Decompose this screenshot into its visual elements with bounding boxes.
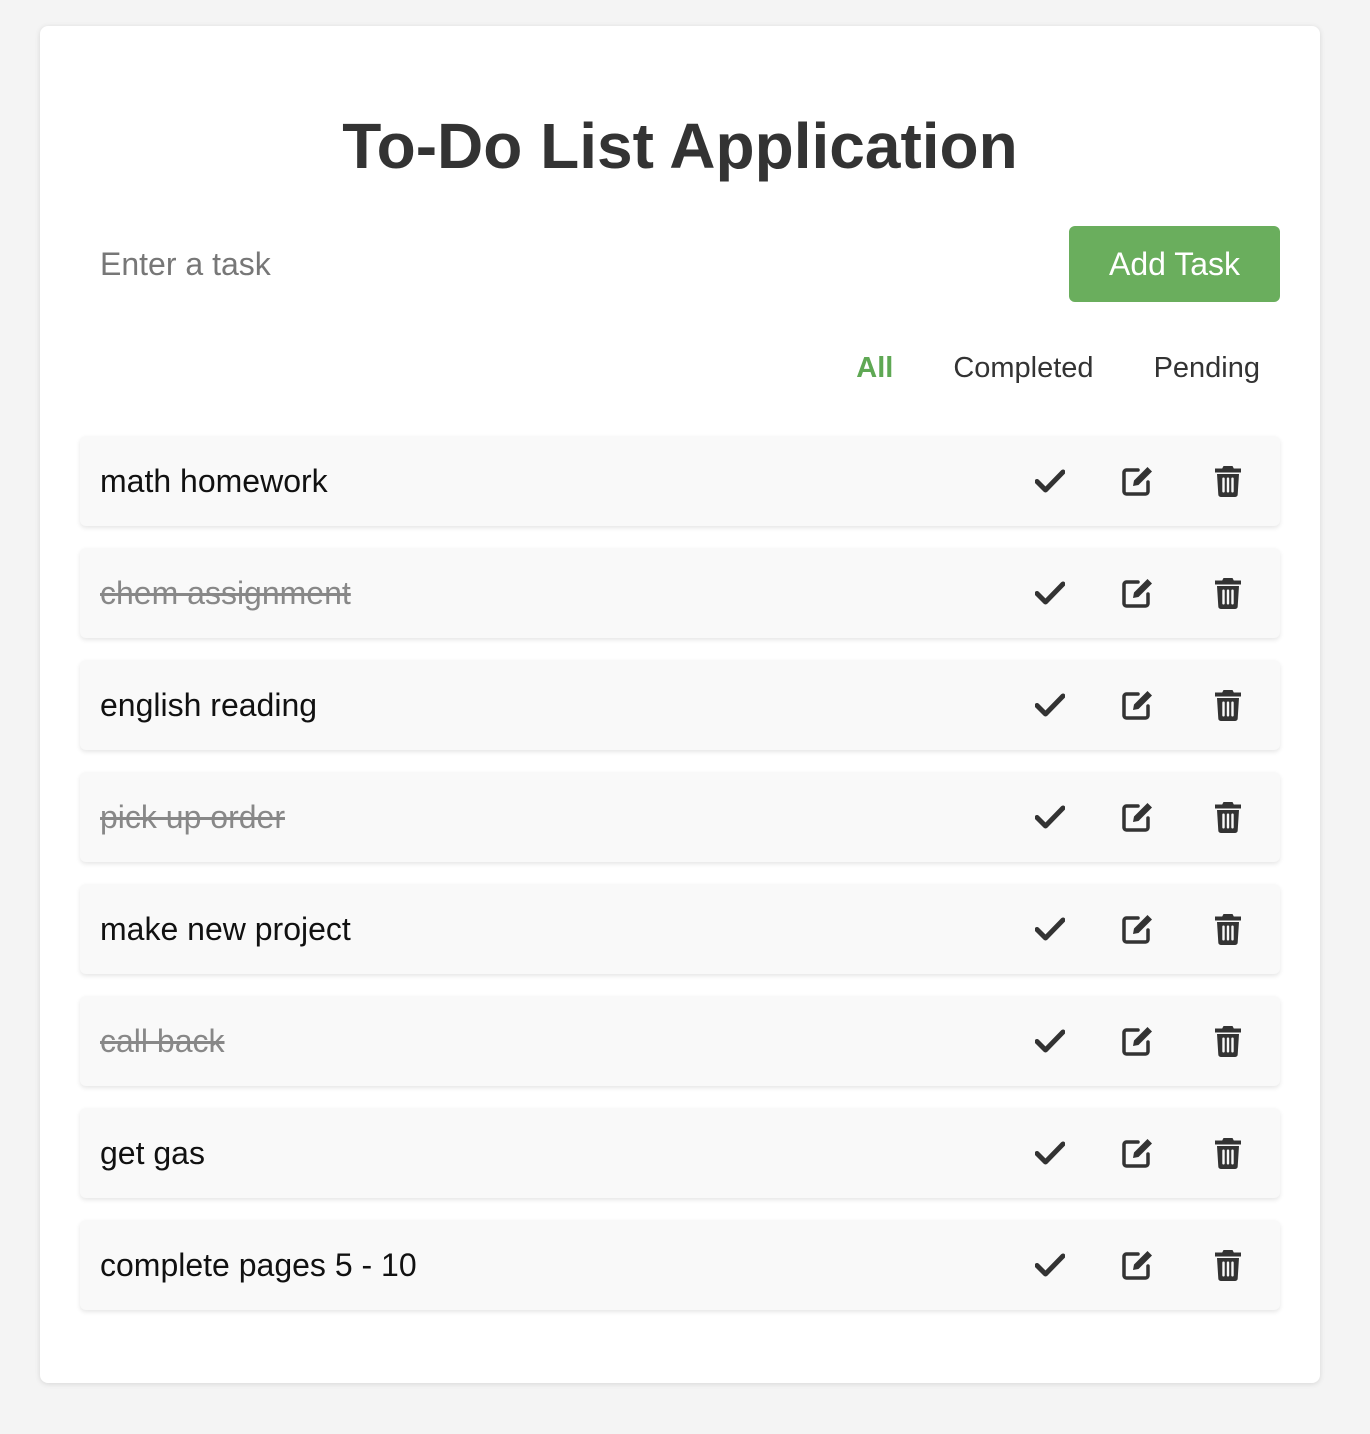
filter-completed[interactable]: Completed: [933, 348, 1113, 388]
trash-icon: [1215, 802, 1241, 833]
edit-icon: [1122, 1027, 1152, 1056]
task-text: math homework: [100, 463, 328, 499]
edit-icon: [1122, 691, 1152, 720]
trash-icon: [1215, 578, 1241, 609]
filter-all[interactable]: All: [836, 348, 913, 388]
check-icon: [1035, 1141, 1065, 1165]
check-icon: [1035, 805, 1065, 829]
task-item: make new project: [80, 884, 1280, 974]
edit-icon: [1122, 1251, 1152, 1280]
task-text: complete pages 5 - 10: [100, 1247, 417, 1283]
edit-button[interactable]: [1119, 797, 1159, 837]
task-actions: [981, 884, 1248, 974]
edit-button[interactable]: [1119, 685, 1159, 725]
check-icon: [1035, 1029, 1065, 1053]
complete-button[interactable]: [1030, 1133, 1070, 1173]
delete-button[interactable]: [1208, 1021, 1248, 1061]
filter-bar: All Completed Pending: [816, 348, 1280, 388]
task-actions: [981, 548, 1248, 638]
check-icon: [1035, 469, 1065, 493]
complete-button[interactable]: [1030, 461, 1070, 501]
trash-icon: [1215, 466, 1241, 497]
complete-button[interactable]: [1030, 685, 1070, 725]
complete-button[interactable]: [1030, 1021, 1070, 1061]
complete-button[interactable]: [1030, 1245, 1070, 1285]
delete-button[interactable]: [1208, 797, 1248, 837]
task-text: make new project: [100, 911, 351, 947]
check-icon: [1035, 1253, 1065, 1277]
trash-icon: [1215, 1250, 1241, 1281]
trash-icon: [1215, 914, 1241, 945]
complete-button[interactable]: [1030, 909, 1070, 949]
filter-pending[interactable]: Pending: [1134, 348, 1280, 388]
task-actions: [981, 1220, 1248, 1310]
task-item: math homework: [80, 436, 1280, 526]
check-icon: [1035, 693, 1065, 717]
edit-button[interactable]: [1119, 1245, 1159, 1285]
task-item: pick up order: [80, 772, 1280, 862]
task-text: call back: [100, 1023, 225, 1059]
task-item: complete pages 5 - 10: [80, 1220, 1280, 1310]
edit-icon: [1122, 467, 1152, 496]
task-actions: [981, 772, 1248, 862]
task-text: chem assignment: [100, 575, 351, 611]
page-title: To-Do List Application: [342, 110, 1018, 182]
trash-icon: [1215, 1026, 1241, 1057]
task-item: chem assignment: [80, 548, 1280, 638]
task-text: english reading: [100, 687, 318, 723]
task-item: get gas: [80, 1108, 1280, 1198]
task-item: call back: [80, 996, 1280, 1086]
task-item: english reading: [80, 660, 1280, 750]
task-text: pick up order: [100, 799, 285, 835]
delete-button[interactable]: [1208, 685, 1248, 725]
edit-button[interactable]: [1119, 461, 1159, 501]
edit-icon: [1122, 1139, 1152, 1168]
delete-button[interactable]: [1208, 1245, 1248, 1285]
complete-button[interactable]: [1030, 573, 1070, 613]
task-actions: [981, 660, 1248, 750]
trash-icon: [1215, 1138, 1241, 1169]
check-icon: [1035, 917, 1065, 941]
trash-icon: [1215, 690, 1241, 721]
delete-button[interactable]: [1208, 461, 1248, 501]
task-text: get gas: [100, 1135, 205, 1171]
todo-card: To-Do List Application Add Task All Comp…: [40, 26, 1320, 1383]
delete-button[interactable]: [1208, 909, 1248, 949]
edit-icon: [1122, 579, 1152, 608]
edit-button[interactable]: [1119, 1133, 1159, 1173]
edit-icon: [1122, 803, 1152, 832]
task-actions: [981, 996, 1248, 1086]
delete-button[interactable]: [1208, 573, 1248, 613]
edit-icon: [1122, 915, 1152, 944]
add-task-button[interactable]: Add Task: [1069, 226, 1280, 302]
complete-button[interactable]: [1030, 797, 1070, 837]
task-input[interactable]: [80, 226, 1060, 302]
edit-button[interactable]: [1119, 909, 1159, 949]
delete-button[interactable]: [1208, 1133, 1248, 1173]
task-list: math homework chem assignment english re…: [80, 436, 1280, 1332]
task-actions: [981, 436, 1248, 526]
task-actions: [981, 1108, 1248, 1198]
edit-button[interactable]: [1119, 1021, 1159, 1061]
edit-button[interactable]: [1119, 573, 1159, 613]
check-icon: [1035, 581, 1065, 605]
